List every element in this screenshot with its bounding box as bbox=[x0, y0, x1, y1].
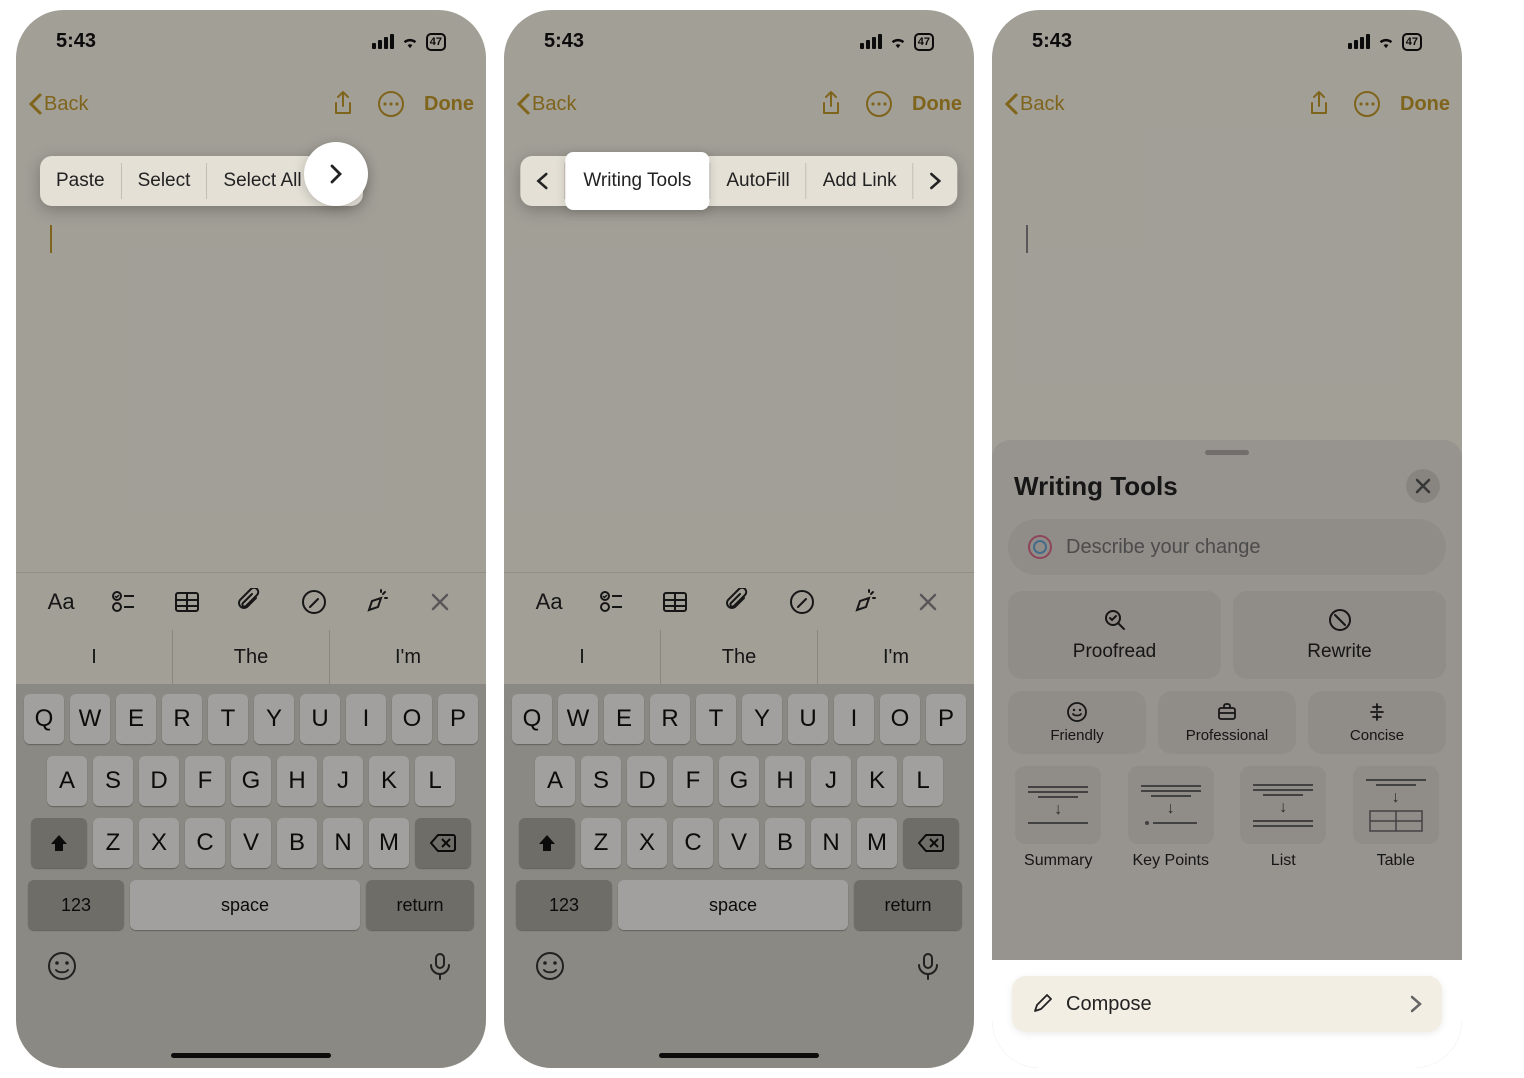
chevron-right-icon bbox=[329, 163, 343, 185]
add-link-menu-item[interactable]: Add Link bbox=[807, 156, 913, 206]
phone-screenshot-3: 5:43 47 Back Done Writing Tools bbox=[992, 10, 1462, 1068]
menu-next-button[interactable] bbox=[914, 158, 958, 204]
compose-label: Compose bbox=[1066, 993, 1152, 1016]
select-menu-item[interactable]: Select bbox=[122, 156, 207, 206]
phone-screenshot-2: 5:43 47 Back Done Writing Tools AutoFill… bbox=[504, 10, 974, 1068]
context-menu: Writing Tools AutoFill Add Link bbox=[520, 156, 957, 206]
tutorial-highlight bbox=[304, 142, 368, 206]
compose-button[interactable]: Compose bbox=[1012, 976, 1442, 1032]
select-all-menu-item[interactable]: Select All bbox=[207, 156, 317, 206]
chevron-right-icon bbox=[930, 172, 942, 190]
chevron-left-icon bbox=[536, 172, 548, 190]
menu-prev-button[interactable] bbox=[520, 158, 564, 204]
autofill-menu-item[interactable]: AutoFill bbox=[710, 156, 805, 206]
dim-overlay bbox=[992, 10, 1462, 1068]
chevron-right-icon bbox=[1410, 995, 1422, 1013]
paste-menu-item[interactable]: Paste bbox=[40, 156, 121, 206]
writing-tools-menu-item[interactable]: Writing Tools bbox=[565, 152, 709, 210]
phone-screenshot-1: 5:43 47 Back Done Paste Select Select Al… bbox=[16, 10, 486, 1068]
compose-row-highlight: Compose bbox=[992, 960, 1462, 1068]
compose-icon bbox=[1032, 994, 1052, 1014]
